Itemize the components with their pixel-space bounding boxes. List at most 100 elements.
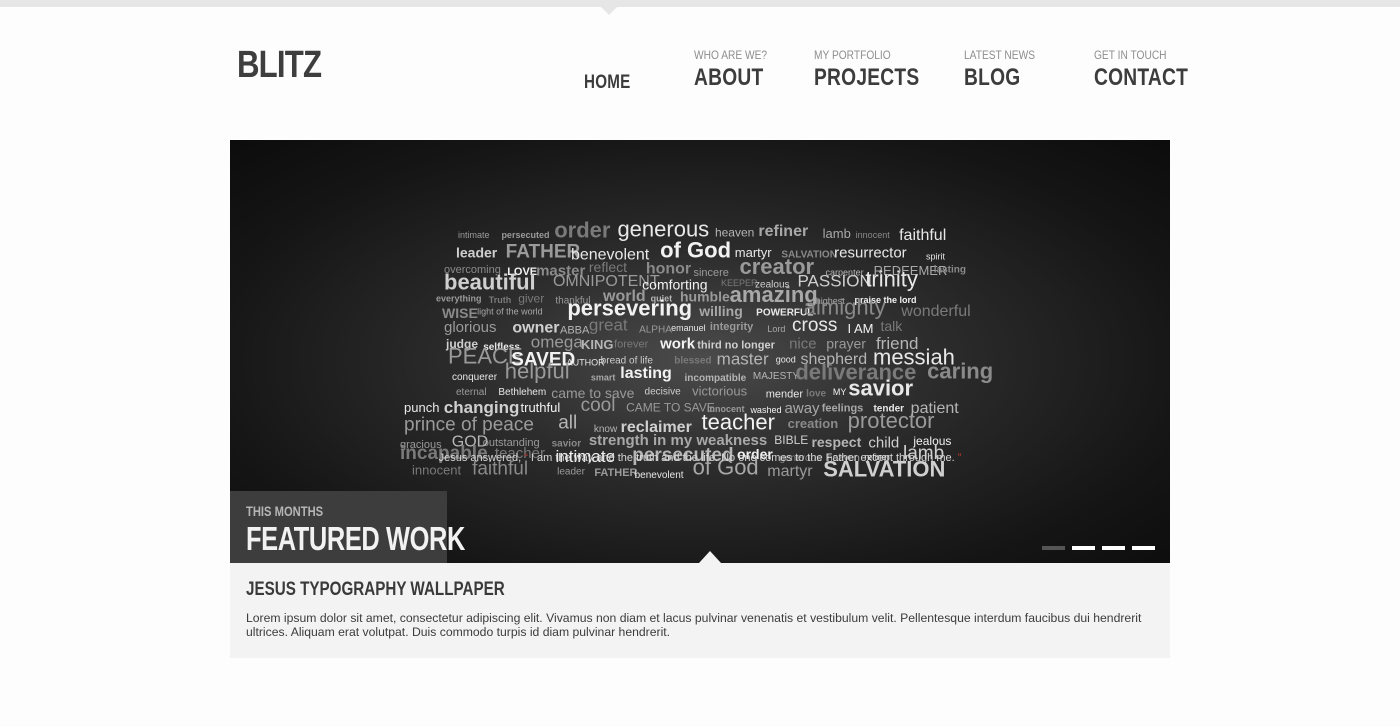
nav-home-label: HOME: [584, 72, 631, 93]
nav-home[interactable]: HOME: [584, 56, 642, 94]
featured-label-box: THIS MONTHS FEATURED WORK: [230, 491, 465, 563]
word-cloud-word: innocent: [856, 230, 891, 240]
word-cloud-word: good: [776, 355, 796, 365]
word-cloud-word: work: [659, 335, 696, 352]
word-cloud-word: away: [785, 400, 821, 417]
featured-subtitle: THIS MONTHS: [246, 503, 324, 519]
top-bar: [0, 0, 1400, 7]
word-cloud-word: prayer: [826, 335, 866, 351]
word-cloud-word: FATHER: [594, 467, 637, 479]
word-cloud-word: I AM: [847, 321, 873, 336]
nav-home-sub: [584, 56, 633, 72]
pager-dot[interactable]: [1042, 546, 1065, 550]
word-cloud-word: KING: [581, 337, 614, 352]
nav-projects[interactable]: MY PORTFOLIO PROJECTS: [814, 48, 946, 92]
word-cloud-word: Lord: [767, 324, 785, 334]
word-cloud-word: respect: [811, 434, 861, 450]
word-cloud-word: smart: [591, 373, 616, 383]
word-cloud-word: victorious: [692, 383, 747, 398]
word-cloud-word: AUTHOR: [567, 357, 606, 367]
word-cloud-word: resurrector: [834, 244, 907, 261]
word-cloud-word: refiner: [758, 223, 808, 240]
nav-about-sub: WHO ARE WE?: [694, 48, 768, 62]
word-cloud-word: everything: [436, 294, 482, 304]
word-cloud-word: creation: [788, 416, 839, 431]
caption-text: Lorem ipsum dolor sit amet, consectetur …: [246, 611, 1142, 639]
word-cloud-word: nice: [789, 335, 817, 352]
word-cloud-word: master: [717, 349, 769, 368]
word-cloud-word: emanuel: [671, 323, 706, 333]
word-cloud-word: giver: [518, 292, 544, 306]
caption-title[interactable]: JESUS TYPOGRAPHY WALLPAPER: [246, 579, 505, 601]
word-cloud-word: forever: [614, 338, 649, 350]
word-cloud-word: love: [806, 389, 826, 400]
quote-open-mark: “: [524, 452, 528, 464]
word-cloud-word: lasting: [934, 265, 966, 276]
word-cloud-word: decisive: [645, 387, 682, 398]
nav-contact[interactable]: GET IN TOUCH CONTACT: [1094, 48, 1212, 92]
word-cloud-word: teacher: [702, 410, 775, 435]
word-cloud-word: order: [554, 218, 611, 243]
pager-dot[interactable]: [1072, 546, 1095, 550]
word-cloud-word: FATHER: [506, 241, 581, 262]
word-cloud-word: cool: [581, 395, 616, 416]
top-bar-notch: [601, 7, 617, 15]
nav-about[interactable]: WHO ARE WE? ABOUT: [694, 48, 781, 92]
nav-blog[interactable]: LATEST NEWS BLOG: [964, 48, 1048, 92]
site-logo[interactable]: BLITZ: [237, 44, 322, 87]
word-cloud-word: trinity: [865, 266, 918, 291]
word-cloud-word: persecuted: [501, 230, 549, 240]
word-cloud-word: eternal: [456, 387, 487, 398]
slide-quote: Jesus answered, “ I am the way and the t…: [230, 452, 1170, 464]
word-cloud-word: truthful: [521, 400, 561, 415]
nav-projects-sub: MY PORTFOLIO: [814, 48, 891, 62]
word-cloud-word: martyr: [767, 463, 813, 480]
quote-body: I am the way and the truth and the life.…: [530, 452, 955, 464]
word-cloud-word: persevering: [567, 296, 692, 321]
word-cloud-word: wonderful: [900, 303, 970, 320]
word-cloud-word: ALPHA: [639, 324, 672, 335]
word-cloud-word: MY: [833, 387, 847, 397]
word-cloud-word: helpful: [505, 358, 570, 383]
featured-title: FEATURED WORK: [246, 520, 465, 557]
word-cloud-word: caring: [927, 359, 993, 384]
word-cloud-word: lamb: [823, 226, 851, 241]
word-cloud-word: child: [868, 435, 899, 452]
word-cloud-word: Bethlehem: [498, 387, 546, 398]
pager-dot[interactable]: [1102, 546, 1125, 550]
word-cloud-word: cross: [792, 315, 837, 336]
word-cloud-word: innocent: [412, 463, 462, 478]
caption-pointer: [699, 551, 721, 563]
nav-blog-sub: LATEST NEWS: [964, 48, 1036, 62]
word-cloud-word: lasting: [620, 365, 672, 382]
slide-caption: JESUS TYPOGRAPHY WALLPAPER Lorem ipsum d…: [230, 563, 1170, 658]
word-cloud-word: benevolent: [635, 470, 684, 481]
word-cloud-word: MAJESTY: [753, 371, 799, 382]
quote-prefix: Jesus answered,: [438, 452, 522, 464]
nav-about-label: ABOUT: [694, 64, 764, 91]
word-cloud-word: punch: [404, 400, 439, 415]
nav-projects-label: PROJECTS: [814, 64, 920, 91]
quote-close-mark: ”: [957, 452, 962, 464]
nav-blog-label: BLOG: [964, 64, 1021, 91]
nav-contact-sub: GET IN TOUCH: [1094, 48, 1167, 62]
word-cloud-word: glorious: [444, 319, 497, 336]
word-cloud-word: blessed: [674, 355, 711, 366]
word-cloud-word: of God: [660, 238, 731, 263]
word-cloud-word: integrity: [710, 321, 754, 333]
word-cloud-word: BIBLE: [774, 433, 808, 447]
word-cloud-word: all: [558, 412, 577, 433]
word-cloud-word: leader: [456, 244, 498, 260]
word-cloud-word: mender: [766, 388, 804, 400]
word-cloud-word: intimate: [458, 230, 490, 240]
word-cloud-word: savior: [848, 376, 913, 401]
word-cloud-word: great: [589, 316, 628, 335]
word-cloud-word: talk: [880, 318, 903, 334]
featured-slider[interactable]: intimate persecuted order generous heaven ref…: [230, 140, 1170, 563]
word-cloud-word: protector: [848, 408, 935, 433]
slider-pager: [1042, 546, 1155, 550]
word-cloud-word: faithful: [899, 227, 946, 244]
word-cloud-word: willing: [698, 303, 743, 319]
pager-dot[interactable]: [1132, 546, 1155, 550]
nav-contact-label: CONTACT: [1094, 64, 1189, 91]
